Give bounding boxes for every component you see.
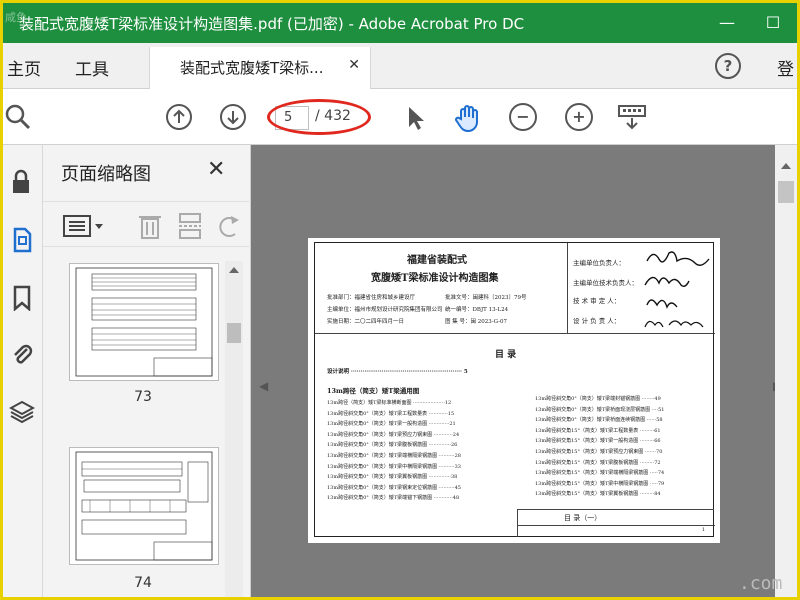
insert-page-icon[interactable] xyxy=(177,212,203,244)
toc-right-item: 13m跨径斜交角0°（简支）矮T梁桥面现浇层钢筋图 ····51 xyxy=(535,406,665,413)
header-divider xyxy=(315,333,715,334)
toc-right-item: 13m跨径斜交角15°（简支）矮T梁工程数量表 ·········61 xyxy=(535,427,661,434)
tab-document[interactable]: 装配式宽腹矮T梁标... ✕ xyxy=(149,47,371,89)
toc-left-item: 13m跨径斜交角0°（简支）矮T梁腹板钢筋图 ··············26 xyxy=(327,442,458,449)
left-icon-rail xyxy=(3,145,43,597)
toc-left-item: 13m跨径（简支）矮T梁标准横断面图 ····················1… xyxy=(327,400,452,406)
tab-home[interactable]: 主页 xyxy=(7,55,41,80)
rotate-page-icon[interactable] xyxy=(217,212,241,244)
hand-tool-icon[interactable] xyxy=(453,103,481,133)
toc-right-item: 13m跨径斜交角0°（简支）矮T梁桥面连续钢筋图 ······58 xyxy=(535,417,663,424)
corner-watermark: .com xyxy=(739,573,783,594)
window-title: 装配式宽腹矮T梁标准设计构造图集.pdf (已加密) - Adobe Acrob… xyxy=(19,15,525,33)
doc-header-line1: 福建省装配式 xyxy=(407,255,467,266)
toc-right-item: 13m跨径斜交角15°（简支）矮T梁端横隔梁钢筋图 ·····74 xyxy=(535,470,665,477)
info-mid-2: 图 集 号：闽 2023-G-07 xyxy=(445,319,507,325)
footer-title: 目 录（一） xyxy=(564,514,602,522)
delete-page-icon[interactable] xyxy=(137,212,163,244)
toc-right-item: 13m跨径斜交角15°（简支）矮T梁预应力钢束图 ·······70 xyxy=(535,448,663,455)
attachment-icon[interactable] xyxy=(9,341,35,367)
maximize-button[interactable]: ☐ xyxy=(755,9,791,37)
thumbnail-scroll-thumb[interactable] xyxy=(227,323,241,343)
annotation-ellipse xyxy=(267,99,371,135)
thumbnail-page-74[interactable] xyxy=(69,447,219,565)
next-page-icon[interactable] xyxy=(219,103,247,131)
lock-icon[interactable] xyxy=(9,169,35,195)
signatures-graphic xyxy=(644,251,710,328)
close-tab-button[interactable]: ✕ xyxy=(348,57,360,73)
document-scrollbar[interactable] xyxy=(775,145,797,597)
previous-page-icon[interactable] xyxy=(165,103,193,131)
toc-left-item: 13m跨径斜交角0°（简支）矮T梁翼板钢筋图 ··············38 xyxy=(327,474,458,481)
options-menu-icon[interactable] xyxy=(63,214,107,242)
toc-left-column: 13m跨径（简支）矮T梁标准横断面图 ····················1… xyxy=(327,399,517,505)
toc-left-item: 13m跨径斜交角0°（简支）矮T梁工程数量表 ············15 xyxy=(327,410,455,417)
layers-icon[interactable] xyxy=(8,399,36,425)
tab-bar: 主页 工具 装配式宽腹矮T梁标... ✕ ? 登 xyxy=(3,43,797,89)
title-bar: 咸鱼 装配式宽腹矮T梁标准设计构造图集.pdf (已加密) - Adobe Ac… xyxy=(3,3,797,43)
toc-left-item: 13m跨径斜交角0°（简支）矮T梁一般构造图 ·············21 xyxy=(327,421,456,428)
thumbnail-label-74: 74 xyxy=(134,575,152,591)
document-tab-label: 装配式宽腹矮T梁标... xyxy=(180,59,324,77)
toc-left-item: 13m跨径斜交角0°（简支）矮T梁端锚下钢筋图 ············48 xyxy=(327,495,460,502)
thumbnail-page-73[interactable] xyxy=(69,263,219,381)
toc-right-item: 13m跨径斜交角0°（简支）矮T梁端封锚钢筋图 ········49 xyxy=(535,396,661,402)
role-0: 主编单位负责人： xyxy=(573,259,625,267)
toc-right-item: 13m跨径斜交角15°（简支）矮T梁一般构造图 ·········66 xyxy=(535,438,661,445)
doc-header-line2: 宽腹矮T梁标准设计构造图集 xyxy=(371,273,499,284)
toc-left-item: 13m跨径斜交角0°（简支）矮T梁中横隔梁钢筋图 ··········33 xyxy=(327,463,461,470)
toc-right-column: 13m跨径斜交角0°（简支）矮T梁端封锚钢筋图 ········49 13m跨径… xyxy=(535,395,711,501)
toc-right-item: 13m跨径斜交角15°（简支）矮T梁翼板钢筋图 ·········84 xyxy=(535,491,661,498)
thumbnail-label-73: 73 xyxy=(134,389,152,405)
toc-design-notes: 设计说明 ···································… xyxy=(327,369,468,375)
toc-left-item: 13m跨径斜交角0°（简支）矮T梁钢束定位钢筋图 ··········45 xyxy=(327,484,461,491)
previous-page-arrow[interactable]: ◀ xyxy=(259,379,268,393)
help-button[interactable]: ? xyxy=(715,53,741,79)
title-block: 目 录（一） 1 xyxy=(517,509,715,537)
drawing-border: 福建省装配式 宽腹矮T梁标准设计构造图集 批准部门：福建省住房和城乡建设厅 主编… xyxy=(314,242,715,537)
info-mid-1: 统一编号：DBJT 13-L24 xyxy=(445,307,509,313)
info-mid-0: 批准文号：闽建科〔2023〕79号 xyxy=(445,295,527,301)
zoom-in-icon[interactable]: + xyxy=(565,103,593,131)
app-window: 咸鱼 装配式宽腹矮T梁标准设计构造图集.pdf (已加密) - Adobe Ac… xyxy=(0,0,800,600)
keyboard-tool-icon[interactable] xyxy=(617,103,646,131)
panel-title: 页面缩略图 xyxy=(61,164,151,185)
zoom-out-icon[interactable]: − xyxy=(509,103,537,131)
info-left-2: 实施日期：二〇二四年四月一日 xyxy=(327,319,405,325)
info-left-0: 批准部门：福建省住房和城乡建设厅 xyxy=(327,295,416,301)
page-thumbnails-icon[interactable] xyxy=(9,227,35,253)
info-left-1: 主编单位：福州市规划设计研究院集团有限公司 xyxy=(327,307,443,313)
toc-left-item: 13m跨径斜交角0°（简支）矮T梁端横隔梁钢筋图 ··········28 xyxy=(327,452,461,459)
panel-toolbar xyxy=(43,201,251,247)
role-2: 技 术 审 定 人： xyxy=(573,297,621,305)
role-3: 设 计 负 责 人： xyxy=(573,317,621,325)
toc-left-item: 13m跨径斜交角0°（简支）矮T梁预应力钢束图 ············24 xyxy=(327,431,460,438)
minimize-button[interactable]: — xyxy=(709,9,745,37)
pdf-page: 福建省装配式 宽腹矮T梁标准设计构造图集 批准部门：福建省住房和城乡建设厅 主编… xyxy=(308,238,720,543)
thumbnail-scrollbar[interactable] xyxy=(225,261,243,597)
toc-title: 目 录 xyxy=(495,350,517,360)
footer-page-number: 1 xyxy=(702,527,706,533)
bookmark-icon[interactable] xyxy=(9,285,35,312)
role-1: 主编单位技术负责人： xyxy=(573,279,638,287)
toc-right-item: 13m跨径斜交角15°（简支）矮T梁腹板钢筋图 ·········72 xyxy=(535,459,661,466)
close-panel-button[interactable]: ✕ xyxy=(207,157,225,182)
toc-right-item: 13m跨径斜交角15°（简支）矮T梁中横隔梁钢筋图 ·····79 xyxy=(535,480,665,487)
login-button[interactable]: 登 xyxy=(777,55,794,80)
search-icon[interactable] xyxy=(5,103,33,131)
toc-section-title: 13m跨径（简支）矮T梁通用图 xyxy=(327,387,420,395)
header-vertical-divider xyxy=(567,243,568,333)
title-block-divider xyxy=(518,525,715,526)
tab-tools[interactable]: 工具 xyxy=(75,55,109,80)
thumbnail-panel: 页面缩略图 ✕ 73 74 xyxy=(43,145,251,597)
toolbar: 5 / 432 − + xyxy=(3,89,797,145)
select-cursor-icon[interactable] xyxy=(401,103,429,131)
document-scroll-thumb[interactable] xyxy=(778,181,794,203)
